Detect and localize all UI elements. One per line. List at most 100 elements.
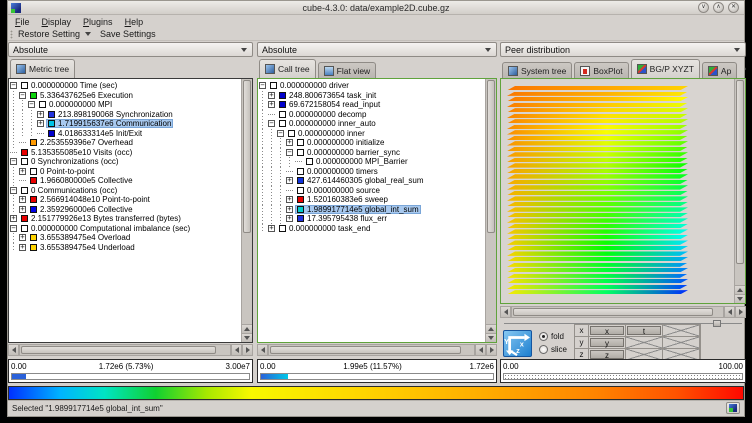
topology-slice[interactable] — [507, 119, 688, 123]
scroll-left-button[interactable] — [8, 344, 19, 356]
expand-icon[interactable]: + — [268, 225, 275, 232]
collapse-icon[interactable]: − — [19, 92, 26, 99]
expand-icon[interactable]: + — [10, 215, 17, 222]
scroll-left-button[interactable] — [257, 344, 268, 356]
collapse-icon[interactable]: − — [277, 130, 284, 137]
topology-slice[interactable] — [507, 97, 688, 101]
call-tree-item[interactable]: −0.000000000 barrier_sync — [259, 148, 485, 158]
scroll-down-button[interactable] — [735, 294, 745, 303]
call-tree-item[interactable]: 0.000000000 decomp — [259, 110, 485, 120]
metric-tree-item[interactable]: −0.000000000 Computational imbalance (se… — [10, 224, 241, 234]
metric-tree-item[interactable]: −0.000000000 MPI — [10, 100, 241, 110]
expand-icon[interactable]: + — [286, 206, 293, 213]
topology-slice[interactable] — [507, 147, 688, 151]
expand-icon[interactable]: + — [286, 177, 293, 184]
dimension-button-x[interactable]: x — [590, 326, 624, 335]
menu-plugins[interactable]: Plugins — [79, 17, 121, 27]
expand-icon[interactable]: + — [286, 139, 293, 146]
tab-system-tree[interactable]: System tree — [502, 62, 572, 78]
menu-help[interactable]: Help — [121, 17, 152, 27]
collapse-icon[interactable]: − — [268, 120, 275, 127]
call-tree-item[interactable]: −0.000000000 driver — [259, 81, 485, 91]
topology-slice[interactable] — [507, 174, 688, 178]
scroll-down-button[interactable] — [242, 333, 252, 342]
vertical-scrollbar[interactable] — [485, 79, 496, 342]
scrollbar-thumb[interactable] — [513, 308, 713, 316]
metric-tree-item[interactable]: 2.253559396e7 Overhead — [10, 138, 241, 148]
call-tree-item[interactable]: 0.000000000 timers — [259, 167, 485, 177]
scrollbar-track[interactable] — [268, 344, 475, 356]
metric-tree-item[interactable]: +0 Point-to-point — [10, 167, 241, 177]
dimension-button-z[interactable]: z — [590, 350, 624, 359]
call-tree-item[interactable]: +1.520160383e6 sweep — [259, 195, 485, 205]
dimension-button-y[interactable]: y — [590, 338, 624, 347]
scroll-up-button[interactable] — [486, 324, 496, 333]
expand-icon[interactable]: + — [19, 196, 26, 203]
maximize-button[interactable]: ∧ — [713, 2, 724, 13]
metric-tree-item[interactable]: +2.566914048e10 Point-to-point — [10, 195, 241, 205]
horizontal-scrollbar[interactable] — [8, 344, 253, 356]
topology-slice[interactable] — [507, 263, 688, 267]
tab-flat-view[interactable]: Flat view — [318, 62, 377, 78]
collapse-icon[interactable]: − — [10, 187, 17, 194]
slider-handle[interactable] — [713, 320, 721, 327]
vertical-scrollbar[interactable] — [734, 79, 745, 303]
scroll-up-button[interactable] — [735, 285, 745, 294]
topology-slice[interactable] — [507, 235, 688, 239]
fold-radio[interactable]: fold — [539, 332, 567, 341]
topology-plot-area[interactable] — [501, 79, 734, 303]
menu-file[interactable]: File — [11, 17, 38, 27]
dimension-button-t[interactable]: t — [627, 326, 661, 335]
expand-icon[interactable]: + — [19, 168, 26, 175]
expand-icon[interactable]: + — [19, 206, 26, 213]
restore-setting-dropdown-icon[interactable] — [85, 32, 91, 36]
scroll-down-button[interactable] — [486, 333, 496, 342]
topology-slice[interactable] — [507, 196, 688, 200]
expand-icon[interactable]: + — [37, 111, 44, 118]
scrollbar-track[interactable] — [511, 306, 724, 318]
topology-slice[interactable] — [507, 218, 688, 222]
metric-tree-item[interactable]: −0 Communications (occ) — [10, 186, 241, 196]
topology-slice[interactable] — [507, 169, 688, 173]
topology-view[interactable] — [507, 86, 688, 295]
topology-slice[interactable] — [507, 180, 688, 184]
topology-slice[interactable] — [507, 191, 688, 195]
topology-slice[interactable] — [507, 114, 688, 118]
tab-ap[interactable]: Ap — [702, 62, 737, 78]
scroll-left-button[interactable] — [724, 306, 735, 318]
collapse-icon[interactable]: − — [28, 101, 35, 108]
topology-slice[interactable] — [507, 152, 688, 156]
expand-icon[interactable]: + — [19, 244, 26, 251]
topology-slice[interactable] — [507, 92, 688, 96]
topology-slice[interactable] — [507, 185, 688, 189]
topology-slice[interactable] — [507, 240, 688, 244]
call-tree-item[interactable]: +69.672158054 read_input — [259, 100, 485, 110]
topology-slice[interactable] — [507, 202, 688, 206]
scrollbar-thumb[interactable] — [487, 80, 495, 233]
system-mode-select[interactable]: Peer distribution — [500, 42, 746, 57]
topology-slice[interactable] — [507, 257, 688, 261]
scrollbar-thumb[interactable] — [736, 80, 744, 264]
scrollbar-thumb[interactable] — [243, 80, 251, 233]
topology-slice[interactable] — [507, 125, 688, 129]
topology-slice[interactable] — [507, 103, 688, 107]
metric-tree-item[interactable]: +213.898190068 Synchronization — [10, 110, 241, 120]
scroll-right-button[interactable] — [242, 344, 253, 356]
expand-icon[interactable]: + — [268, 101, 275, 108]
horizontal-scrollbar[interactable] — [257, 344, 497, 356]
metric-tree-item[interactable]: +3.655389475e4 Overload — [10, 233, 241, 243]
collapse-icon[interactable]: − — [286, 149, 293, 156]
topology-slice[interactable] — [507, 251, 688, 255]
topology-slice[interactable] — [507, 141, 688, 145]
topology-slice[interactable] — [507, 207, 688, 211]
topology-slice[interactable] — [507, 213, 688, 217]
minimize-button[interactable]: ∨ — [698, 2, 709, 13]
collapse-icon[interactable]: − — [10, 82, 17, 89]
call-tree-item[interactable]: +1.989917714e5 global_int_sum — [259, 205, 485, 215]
call-mode-select[interactable]: Absolute — [257, 42, 497, 57]
topology-slice[interactable] — [507, 163, 688, 167]
topology-slice[interactable] — [507, 268, 688, 272]
metric-tree-item[interactable]: 5.135355085e10 Visits (occ) — [10, 148, 241, 158]
metric-tree-item[interactable]: 1.966080000e5 Collective — [10, 176, 241, 186]
collapse-icon[interactable]: − — [259, 82, 266, 89]
